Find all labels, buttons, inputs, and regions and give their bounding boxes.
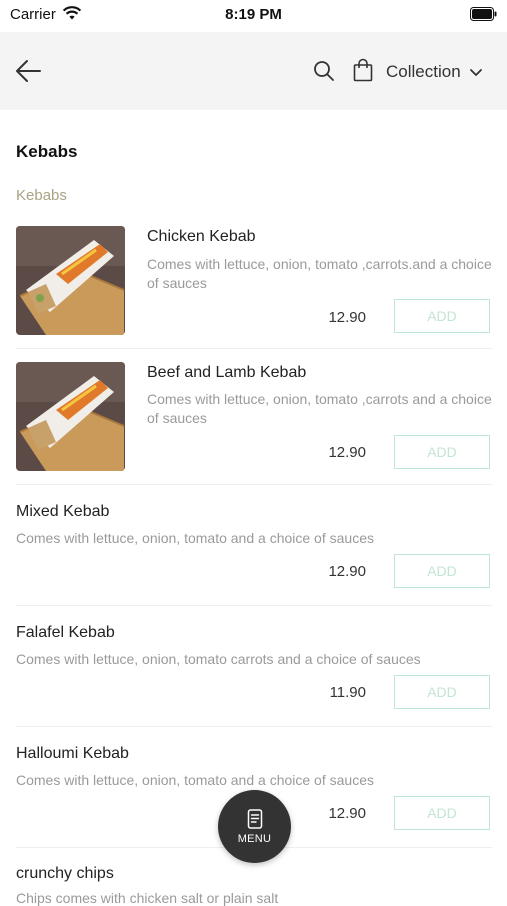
menu-button[interactable]: MENU — [218, 790, 291, 863]
item-price: 12.90 — [328, 805, 366, 822]
menu-item: Falafel Kebab Comes with lettuce, onion,… — [16, 621, 492, 721]
add-button[interactable]: ADD — [394, 675, 490, 709]
item-name: Halloumi Kebab — [16, 745, 129, 762]
menu-icon — [247, 808, 262, 829]
item-photo — [16, 362, 125, 471]
chevron-down-icon — [469, 69, 482, 76]
add-button[interactable]: ADD — [394, 554, 490, 588]
item-price: 12.90 — [328, 309, 366, 326]
item-price: 12.90 — [328, 563, 366, 580]
item-name: Beef and Lamb Kebab — [147, 364, 307, 381]
divider — [16, 484, 492, 485]
status-time: 8:19 PM — [225, 6, 282, 23]
add-button[interactable]: ADD — [394, 299, 490, 333]
item-price: 11.90 — [329, 684, 366, 701]
item-photo — [16, 226, 125, 335]
item-name: Chicken Kebab — [147, 228, 256, 245]
item-name: Mixed Kebab — [16, 503, 110, 520]
collection-dropdown[interactable]: Collection — [386, 60, 483, 84]
collection-label: Collection — [386, 62, 461, 81]
menu-item: Chicken Kebab Comes with lettuce, onion,… — [16, 226, 492, 336]
divider — [16, 605, 492, 606]
item-description: Chips comes with chicken salt or plain s… — [16, 890, 279, 906]
item-description: Comes with lettuce, onion, tomato ,carro… — [147, 256, 492, 291]
add-button[interactable]: ADD — [394, 796, 490, 830]
battery-icon — [470, 7, 497, 21]
item-description: Comes with lettuce, onion, tomato carrot… — [16, 651, 421, 667]
section-title: Kebabs — [16, 142, 78, 161]
item-description: Comes with lettuce, onion, tomato and a … — [16, 772, 374, 788]
divider — [16, 726, 492, 727]
add-button[interactable]: ADD — [394, 435, 490, 469]
menu-label: MENU — [237, 832, 272, 845]
item-description: Comes with lettuce, onion, tomato ,carro… — [147, 391, 492, 426]
back-arrow-icon[interactable] — [14, 58, 42, 84]
item-price: 12.90 — [328, 444, 366, 461]
app-header: Collection — [0, 32, 507, 110]
item-name: crunchy chips — [16, 865, 114, 882]
shopping-bag-icon[interactable] — [353, 58, 373, 82]
menu-item: Mixed Kebab Comes with lettuce, onion, t… — [16, 500, 492, 600]
item-description: Comes with lettuce, onion, tomato and a … — [16, 530, 374, 546]
item-name: Falafel Kebab — [16, 624, 115, 641]
status-bar: Carrier 8:19 PM — [0, 0, 507, 32]
menu-item: Beef and Lamb Kebab Comes with lettuce, … — [16, 362, 492, 472]
category-label: Kebabs — [16, 187, 67, 204]
search-icon[interactable] — [313, 60, 335, 82]
divider — [16, 348, 492, 349]
